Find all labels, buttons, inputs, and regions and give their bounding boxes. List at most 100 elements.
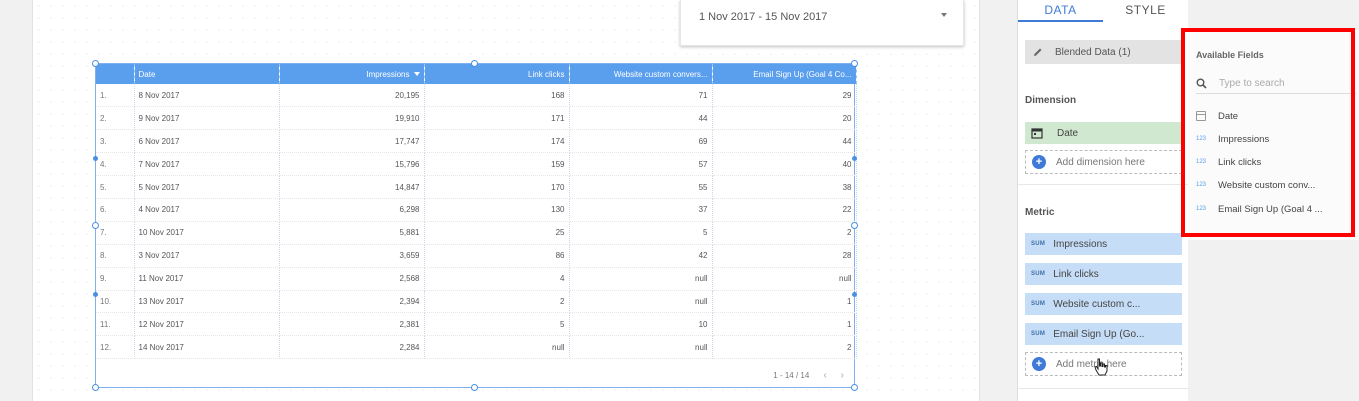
field-item-link-clicks[interactable]: 123 Link clicks (1196, 153, 1356, 171)
column-handle[interactable] (93, 292, 98, 297)
table-cell: 42 (569, 244, 713, 268)
table-cell: 40 (712, 152, 857, 177)
add-dimension-label: Add dimension here (1056, 156, 1145, 168)
table-cell: 130 (424, 198, 570, 222)
table-cell: 20 (712, 106, 857, 131)
tab-data[interactable]: DATA (1018, 0, 1103, 22)
table-cell: 2 (712, 335, 857, 360)
metric-chip-link-clicks[interactable]: SUM Link clicks (1025, 263, 1182, 285)
tab-style[interactable]: STYLE (1103, 0, 1188, 22)
pencil-icon (1034, 48, 1042, 56)
field-search-placeholder: Type to search (1219, 78, 1285, 89)
table-cell: 2,381 (279, 312, 425, 337)
resize-handle-bottom-left[interactable] (92, 384, 99, 391)
table-cell: 2. (96, 106, 135, 131)
section-divider (1018, 184, 1189, 185)
resize-handle-bottom-right[interactable] (851, 384, 858, 391)
table-cell: 25 (424, 221, 570, 245)
metric-chip-email-signup[interactable]: SUM Email Sign Up (Go... (1025, 323, 1182, 345)
resize-handle-left[interactable] (92, 222, 99, 229)
plus-icon: + (1032, 357, 1046, 371)
table-cell: 57 (569, 152, 713, 177)
table-cell: 44 (712, 129, 857, 154)
resize-handle-bottom[interactable] (471, 384, 478, 391)
table-cell: 17,747 (279, 129, 425, 154)
table-body: 1. 8 Nov 2017 20,195 168 71 29 2. 9 Nov 2017 19,… (96, 84, 857, 360)
table-cell: 14 Nov 2017 (134, 335, 280, 360)
table-cell: 20,195 (279, 84, 425, 108)
field-item-impressions[interactable]: 123 Impressions (1196, 130, 1356, 148)
table-cell: 37 (569, 198, 713, 222)
table-chart[interactable]: Date Impressions Link clicks Website cus… (95, 63, 857, 388)
aggregation-sum-label: SUM (1031, 331, 1046, 337)
table-cell: 168 (424, 84, 570, 108)
table-cell: null (569, 267, 713, 291)
table-row: 2. 9 Nov 2017 19,910 171 44 20 (96, 106, 857, 131)
column-handle[interactable] (852, 156, 857, 161)
field-item-website-conversions[interactable]: 123 Website custom conv... (1196, 176, 1356, 194)
table-cell: 1 (712, 312, 857, 337)
dimension-chip-date[interactable]: Date (1025, 122, 1182, 144)
table-row: 4. 7 Nov 2017 15,796 159 57 40 (96, 152, 857, 177)
field-item-email-signup[interactable]: 123 Email Sign Up (Goal 4 ... (1196, 200, 1356, 218)
table-cell: 69 (569, 129, 713, 154)
metric-chip-label: Website custom c... (1053, 298, 1141, 310)
table-cell: 29 (712, 84, 857, 108)
table-cell: 13 Nov 2017 (134, 290, 280, 314)
data-source-selector[interactable]: Blended Data (1) (1025, 40, 1182, 64)
resize-handle-top-left[interactable] (92, 60, 99, 67)
dimension-chip-label: Date (1057, 127, 1079, 139)
date-range-control[interactable]: 1 Nov 2017 - 15 Nov 2017 (680, 0, 964, 46)
table-cell: 3. (96, 129, 135, 154)
table-row: 7. 10 Nov 2017 5,881 25 5 2 (96, 221, 857, 245)
header-date[interactable]: Date (134, 64, 280, 84)
header-link-clicks[interactable]: Link clicks (424, 64, 570, 84)
table-cell: 8. (96, 244, 135, 268)
column-handle[interactable] (852, 292, 857, 297)
field-label: Email Sign Up (Goal 4 ... (1218, 203, 1323, 215)
table-row: 9. 11 Nov 2017 2,568 4 null null (96, 267, 857, 291)
add-metric-label: Add metric here (1056, 358, 1127, 370)
dimension-section-label: Dimension (1025, 95, 1077, 106)
table-cell: 1. (96, 84, 135, 108)
table-row: 6. 4 Nov 2017 6,298 130 37 22 (96, 198, 857, 222)
prev-page-icon[interactable]: ‹ (823, 370, 826, 381)
table-cell: 22 (712, 198, 857, 222)
metric-section-label: Metric (1025, 207, 1055, 218)
table-cell: 11 Nov 2017 (134, 267, 280, 291)
metric-chip-label: Impressions (1053, 238, 1108, 250)
header-email-signup[interactable]: Email Sign Up (Goal 4 Co... (712, 64, 857, 84)
field-label: Impressions (1218, 133, 1270, 145)
header-index (96, 64, 135, 84)
calendar-icon (1031, 128, 1043, 139)
table-cell: 10 (569, 312, 713, 337)
table-cell: 174 (424, 129, 570, 154)
search-icon (1196, 78, 1207, 89)
table-cell: 171 (424, 106, 570, 131)
table-cell: 10. (96, 290, 135, 314)
field-search[interactable]: Type to search (1196, 74, 1356, 94)
table-cell: 14,847 (279, 175, 425, 199)
number-type-icon: 123 (1196, 182, 1207, 188)
add-dimension-dropzone[interactable]: + Add dimension here (1025, 150, 1182, 174)
header-impressions[interactable]: Impressions (279, 64, 425, 84)
metric-chip-impressions[interactable]: SUM Impressions (1025, 233, 1182, 255)
header-website-conversions[interactable]: Website custom convers... (569, 64, 713, 84)
metric-chip-website-conversions[interactable]: SUM Website custom c... (1025, 293, 1182, 315)
next-page-icon[interactable]: › (841, 370, 844, 381)
plus-icon: + (1032, 155, 1046, 169)
table-cell: 38 (712, 175, 857, 199)
field-label: Link clicks (1218, 156, 1262, 168)
table-cell: 170 (424, 175, 570, 199)
section-divider (1018, 388, 1189, 389)
resize-handle-top[interactable] (471, 60, 478, 67)
caret-down-icon[interactable] (941, 13, 947, 17)
pagination: 1 - 14 / 14 ‹ › (773, 370, 844, 381)
resize-handle-right[interactable] (851, 222, 858, 229)
table-cell: 6,298 (279, 198, 425, 222)
resize-handle-top-right[interactable] (851, 60, 858, 67)
field-item-date[interactable]: Date (1196, 107, 1356, 125)
table-cell: 6 Nov 2017 (134, 129, 280, 154)
column-handle[interactable] (93, 156, 98, 161)
pagination-count: 1 - 14 / 14 (773, 371, 810, 380)
